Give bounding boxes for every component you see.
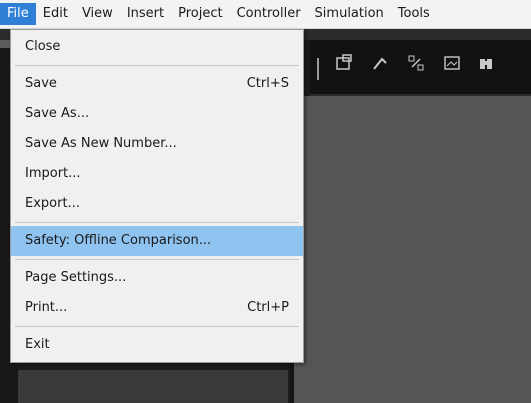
menu-view[interactable]: View (75, 3, 120, 25)
toolbar-separator (317, 58, 319, 80)
menu-controller[interactable]: Controller (230, 3, 308, 25)
binoculars-icon[interactable] (472, 53, 500, 81)
menu-item-label: Safety: Offline Comparison... (25, 233, 212, 248)
menu-item-label: Save (25, 76, 57, 91)
menu-item-save-as-new-number[interactable]: Save As New Number... (11, 129, 303, 159)
menu-separator (15, 259, 299, 260)
shortcut-label: Ctrl+S (246, 76, 289, 91)
menu-simulation[interactable]: Simulation (308, 3, 391, 25)
menu-project[interactable]: Project (171, 3, 229, 25)
menu-item-label: Save As... (25, 106, 90, 121)
menu-item-label: Exit (25, 337, 50, 352)
menu-item-label: Import... (25, 166, 81, 181)
menu-item-label: Close (25, 39, 61, 54)
editor-pane (290, 96, 531, 403)
menu-item-print[interactable]: Print... Ctrl+P (11, 293, 303, 323)
menu-item-label: Page Settings... (25, 270, 127, 285)
menu-bar: File Edit View Insert Project Controller… (0, 0, 531, 29)
menu-item-import[interactable]: Import... (11, 159, 303, 189)
shortcut-label: Ctrl+P (247, 300, 289, 315)
compare-icon[interactable] (402, 53, 430, 81)
menu-item-save[interactable]: Save Ctrl+S (11, 69, 303, 99)
menu-separator (15, 326, 299, 327)
menu-item-close[interactable]: Close (11, 32, 303, 62)
menu-separator (15, 65, 299, 66)
menu-insert[interactable]: Insert (120, 3, 171, 25)
menu-item-export[interactable]: Export... (11, 189, 303, 219)
file-menu-dropdown: Close Save Ctrl+S Save As... Save As New… (10, 29, 304, 363)
toolbar (310, 40, 531, 94)
build-icon[interactable] (366, 53, 394, 81)
image-icon[interactable] (438, 53, 466, 81)
menu-item-page-settings[interactable]: Page Settings... (11, 263, 303, 293)
menu-item-label: Save As New Number... (25, 136, 177, 151)
menu-item-label: Print... (25, 300, 68, 315)
menu-item-safety-offline-comparison[interactable]: Safety: Offline Comparison... (11, 226, 303, 256)
bottom-panel (18, 370, 288, 403)
menu-item-save-as[interactable]: Save As... (11, 99, 303, 129)
menu-separator (15, 222, 299, 223)
menu-tools[interactable]: Tools (391, 3, 437, 25)
menu-item-exit[interactable]: Exit (11, 330, 303, 360)
menu-file[interactable]: File (0, 3, 36, 25)
menu-item-label: Export... (25, 196, 80, 211)
menu-edit[interactable]: Edit (36, 3, 75, 25)
window-icon[interactable] (330, 53, 358, 81)
